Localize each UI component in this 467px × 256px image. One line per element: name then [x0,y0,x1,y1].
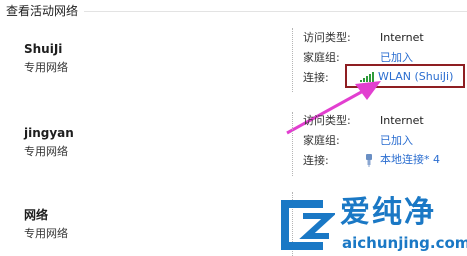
section-header: 查看活动网络 [6,4,79,18]
local-connection-text: 本地连接* 4 [380,153,440,166]
network-type-3: 专用网络 [24,227,68,240]
local-connection-link[interactable]: 本地连接* 4 [364,153,440,167]
access-type-value: Internet [380,114,424,127]
watermark-url: aichunjing.com [342,234,467,252]
homegroup-joined-link[interactable]: 已加入 [380,51,413,65]
homegroup-label: 家庭组: [303,51,340,64]
network-name-3: 网络 [24,208,49,222]
network-divider [292,112,293,176]
wlan-connection-text: WLAN (ShuiJi) [378,70,454,83]
access-type-value: Internet [380,31,424,44]
access-type-label: 访问类型: [303,114,351,127]
header-divider [84,11,467,12]
network-type-jingyan: 专用网络 [24,145,68,158]
annotation-arrow [286,81,381,135]
homegroup-label: 家庭组: [303,134,340,147]
connection-label: 连接: [303,154,329,167]
watermark-title: 爱纯净 [340,195,436,230]
network-type-shuiji: 专用网络 [24,61,68,74]
access-type-label: 访问类型: [303,31,351,44]
homegroup-joined-link[interactable]: 已加入 [380,134,413,148]
network-name-shuiji: ShuiJi [24,42,63,56]
watermark-logo-icon [281,200,335,250]
ethernet-cable-icon [366,153,372,167]
network-name-jingyan: jingyan [24,126,74,140]
